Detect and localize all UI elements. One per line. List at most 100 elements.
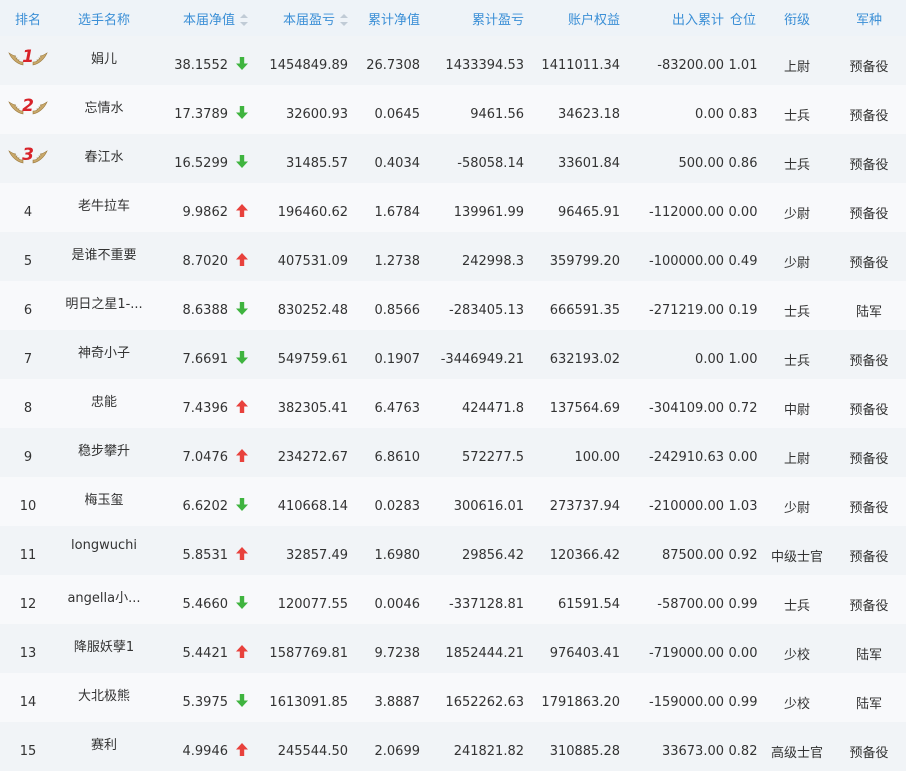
- cum-pnl-cell: -337128.81: [449, 597, 524, 612]
- player-name-link[interactable]: 降服妖孽1: [56, 624, 152, 673]
- table-row[interactable]: 13 降服妖孽1 5.4421 1587769.81 9.7238 1852444.21 9…: [0, 624, 906, 673]
- table-row[interactable]: 7 神奇小子 7.6691 549759.61 0.1907 -3446949.21 632…: [0, 330, 906, 379]
- table-row[interactable]: 14 大北极熊 5.3975 1613091.85 3.8887 1652262.63 17…: [0, 673, 906, 722]
- player-name-link[interactable]: 老牛拉车: [56, 183, 152, 232]
- col-header-name[interactable]: 选手名称: [56, 0, 152, 36]
- rank-medal-icon: 3: [8, 145, 48, 168]
- arrow-up-icon: [236, 645, 248, 658]
- cum-nav-cell: 6.4763: [374, 401, 421, 416]
- rank-cell: 7: [23, 352, 33, 367]
- arrow-down-icon: [236, 302, 248, 315]
- table-row[interactable]: 8 忠能 7.4396 382305.41 6.4763 424471.8 137564.6…: [0, 379, 906, 428]
- table-row[interactable]: 10 梅玉玺 6.6202 410668.14 0.0283 300616.01 27373…: [0, 477, 906, 526]
- branch-cell: 预备役: [849, 501, 889, 516]
- title-cell: 少校: [783, 648, 810, 663]
- arrow-down-icon: [236, 155, 248, 168]
- equity-cell: 666591.35: [549, 303, 620, 318]
- cum-pnl-cell: 572277.5: [461, 450, 524, 465]
- col-header-pnl[interactable]: 本届盈亏: [248, 0, 348, 36]
- cum-pnl-cell: 1433394.53: [445, 58, 524, 73]
- position-cell: 0.99: [728, 597, 758, 612]
- flow-cell: -719000.00: [649, 646, 724, 661]
- table-row[interactable]: 1 娟儿 38.1552 1454849.89 26.7308 1433394.53 141…: [0, 36, 906, 85]
- player-name-link[interactable]: 忠能: [56, 379, 152, 428]
- arrow-up-icon: [236, 400, 248, 413]
- title-cell: 中尉: [783, 403, 810, 418]
- player-name-link[interactable]: 神奇小子: [56, 330, 152, 379]
- title-cell: 士兵: [783, 599, 810, 614]
- col-header-branch[interactable]: 军种: [832, 0, 906, 36]
- player-name-link[interactable]: longwuchi: [56, 526, 152, 575]
- col-header-rank[interactable]: 排名: [0, 0, 56, 36]
- branch-cell: 预备役: [849, 599, 889, 614]
- player-name-link[interactable]: 稳步攀升: [56, 428, 152, 477]
- position-cell: 0.00: [728, 646, 758, 661]
- col-header-title[interactable]: 衔级: [762, 0, 832, 36]
- table-row[interactable]: 9 稳步攀升 7.0476 234272.67 6.8610 572277.5 100.00…: [0, 428, 906, 477]
- position-cell: 0.19: [728, 303, 758, 318]
- arrow-down-icon: [236, 596, 248, 609]
- equity-cell: 632193.02: [549, 352, 620, 367]
- equity-cell: 137564.69: [549, 401, 620, 416]
- flow-cell: -83200.00: [657, 58, 724, 73]
- branch-cell: 预备役: [849, 452, 889, 467]
- nav-cell: 7.6691: [152, 330, 248, 379]
- player-name-link[interactable]: angella小...: [56, 575, 152, 624]
- player-name-link[interactable]: 娟儿: [56, 36, 152, 85]
- sort-icon[interactable]: [340, 14, 348, 26]
- pnl-cell: 410668.14: [277, 499, 348, 514]
- position-cell: 0.00: [728, 450, 758, 465]
- player-name-link[interactable]: 大北极熊: [56, 673, 152, 722]
- wing-icon: [32, 100, 48, 116]
- player-name-link[interactable]: 忘情水: [56, 85, 152, 134]
- pnl-cell: 32857.49: [285, 548, 348, 563]
- col-header-nav[interactable]: 本届净值: [152, 0, 248, 36]
- col-header-cum-nav[interactable]: 累计净值: [348, 0, 420, 36]
- col-header-equity[interactable]: 账户权益: [524, 0, 620, 36]
- player-name-link[interactable]: 春江水: [56, 134, 152, 183]
- nav-cell: 6.6202: [152, 477, 248, 526]
- equity-cell: 976403.41: [549, 646, 620, 661]
- table-row[interactable]: 11 longwuchi 5.8531 32857.49 1.6980 29856.42 1…: [0, 526, 906, 575]
- equity-cell: 273737.94: [549, 499, 620, 514]
- nav-cell: 38.1552: [152, 36, 248, 85]
- title-cell: 上尉: [783, 60, 810, 75]
- equity-cell: 1411011.34: [541, 58, 620, 73]
- equity-cell: 1791863.20: [541, 695, 620, 710]
- table-row[interactable]: 2 忘情水 17.3789 32600.93 0.0645 9461.56 34623.18…: [0, 85, 906, 134]
- position-cell: 0.72: [728, 401, 758, 416]
- cum-pnl-cell: 29856.42: [461, 548, 524, 563]
- player-name-link[interactable]: 明日之星1-...: [56, 281, 152, 330]
- table-row[interactable]: 5 是谁不重要 8.7020 407531.09 1.2738 242998.3 35979…: [0, 232, 906, 281]
- title-cell: 士兵: [783, 305, 810, 320]
- pnl-cell: 549759.61: [277, 352, 348, 367]
- table-row[interactable]: 3 春江水 16.5299 31485.57 0.4034 -58058.14 33601.…: [0, 134, 906, 183]
- equity-cell: 100.00: [574, 450, 621, 465]
- col-header-flow[interactable]: 出入累计: [620, 0, 724, 36]
- cum-nav-cell: 0.0645: [374, 107, 421, 122]
- position-cell: 0.49: [728, 254, 758, 269]
- position-cell: 0.00: [728, 205, 758, 220]
- cum-pnl-cell: 9461.56: [470, 107, 524, 122]
- table-row[interactable]: 4 老牛拉车 9.9862 196460.62 1.6784 139961.99 96465…: [0, 183, 906, 232]
- branch-cell: 陆军: [855, 305, 882, 320]
- wing-icon: [32, 149, 48, 165]
- nav-cell: 7.0476: [152, 428, 248, 477]
- sort-icon[interactable]: [240, 14, 248, 26]
- col-header-position[interactable]: 仓位: [724, 0, 762, 36]
- table-row[interactable]: 6 明日之星1-... 8.6388 830252.48 0.8566 -283405.1…: [0, 281, 906, 330]
- nav-cell: 8.6388: [152, 281, 248, 330]
- col-header-cum-pnl[interactable]: 累计盈亏: [420, 0, 524, 36]
- arrow-down-icon: [236, 106, 248, 119]
- cum-pnl-cell: 242998.3: [461, 254, 524, 269]
- arrow-down-icon: [236, 498, 248, 511]
- equity-cell: 34623.18: [557, 107, 620, 122]
- nav-cell: 7.4396: [152, 379, 248, 428]
- table-row[interactable]: 12 angella小... 5.4660 120077.55 0.0046 -33712…: [0, 575, 906, 624]
- arrow-up-icon: [236, 204, 248, 217]
- player-name-link[interactable]: 是谁不重要: [56, 232, 152, 281]
- branch-cell: 预备役: [849, 158, 889, 173]
- rank-cell: 5: [23, 254, 33, 269]
- player-name-link[interactable]: 梅玉玺: [56, 477, 152, 526]
- wing-icon: [32, 51, 48, 67]
